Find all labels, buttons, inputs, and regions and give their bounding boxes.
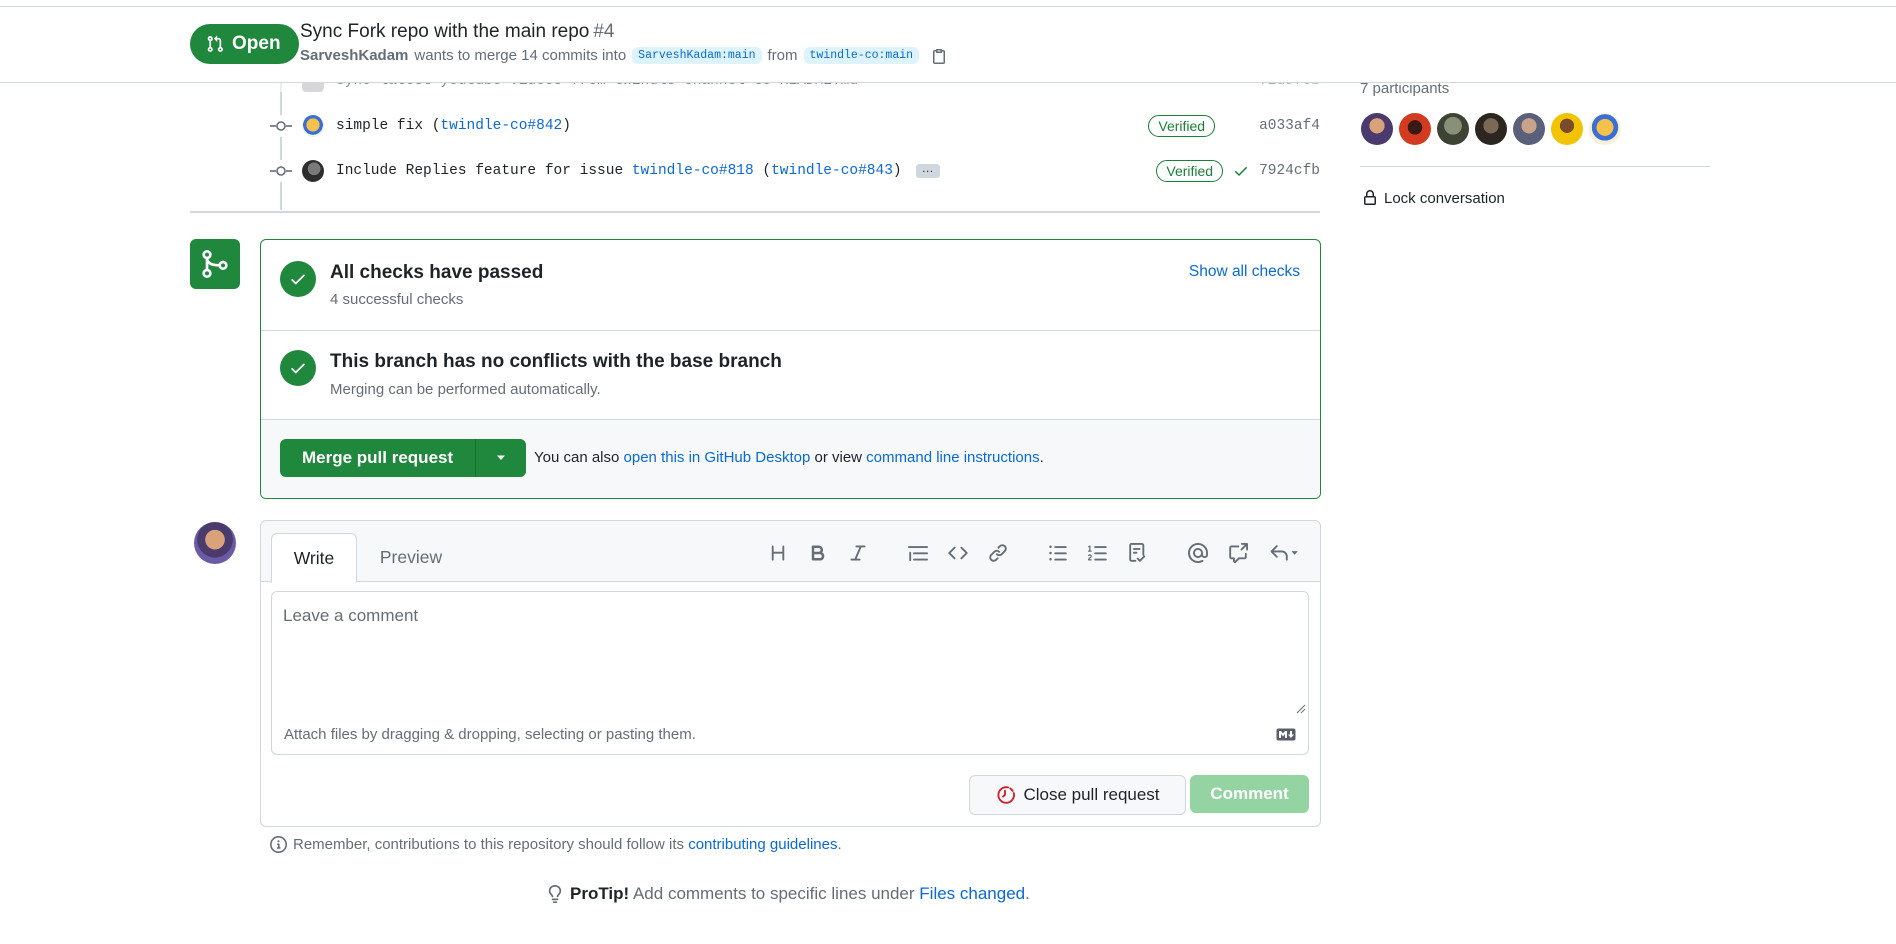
link-icon[interactable] bbox=[984, 539, 1012, 567]
editor-tab-bar: Write Preview bbox=[261, 521, 1320, 583]
timeline-line bbox=[280, 82, 282, 210]
pr-wants-text: wants to merge 14 commits into bbox=[414, 47, 627, 64]
verified-badge[interactable]: Verified bbox=[1148, 115, 1216, 137]
quote-icon[interactable] bbox=[904, 539, 932, 567]
comment-button[interactable]: Comment bbox=[1190, 775, 1309, 813]
commit-avatar[interactable] bbox=[302, 160, 324, 182]
participant-avatar[interactable] bbox=[1399, 113, 1431, 145]
tab-write[interactable]: Write bbox=[271, 533, 357, 583]
lock-icon bbox=[1364, 190, 1376, 205]
pr-title: Sync Fork repo with the main repo #4 bbox=[300, 21, 615, 43]
checks-subtitle: 4 successful checks bbox=[330, 291, 464, 308]
merge-pull-request-button[interactable]: Merge pull request bbox=[280, 439, 477, 477]
bold-icon[interactable] bbox=[804, 539, 832, 567]
pr-title-text: Sync Fork repo with the main repo bbox=[300, 21, 590, 42]
protip-label: ProTip! bbox=[570, 884, 630, 903]
git-merge-icon bbox=[190, 239, 240, 289]
tasklist-icon[interactable] bbox=[1124, 539, 1152, 567]
check-circle-icon bbox=[280, 350, 316, 386]
current-user-avatar[interactable] bbox=[194, 522, 236, 564]
commit-row: Include Replies feature for issue twindl… bbox=[270, 156, 1320, 186]
close-pull-request-button[interactable]: Close pull request bbox=[969, 775, 1186, 815]
commit-message[interactable]: Include Replies feature for issue twindl… bbox=[336, 163, 902, 179]
cross-reference-icon[interactable] bbox=[1224, 539, 1252, 567]
pr-state-label: Open bbox=[232, 33, 281, 54]
participant-avatar[interactable] bbox=[1551, 113, 1583, 145]
issue-link[interactable]: twindle-co#842 bbox=[440, 118, 562, 134]
pr-author-link[interactable]: SarveshKadam bbox=[300, 47, 408, 64]
contributing-notice: Remember, contributions to this reposito… bbox=[270, 836, 842, 853]
commit-sha[interactable]: 7924cfb bbox=[1259, 163, 1320, 179]
checks-title: All checks have passed bbox=[330, 262, 544, 283]
commit-row: simple fix (twindle-co#842) Verified a03… bbox=[270, 111, 1320, 141]
check-icon[interactable] bbox=[1233, 163, 1249, 179]
checks-section: All checks have passed 4 successful chec… bbox=[261, 240, 1320, 331]
info-icon bbox=[270, 836, 287, 853]
close-pull-request-label: Close pull request bbox=[1023, 785, 1160, 804]
mention-icon[interactable] bbox=[1184, 539, 1212, 567]
sticky-pr-header: Open Sync Fork repo with the main repo #4… bbox=[0, 7, 1896, 83]
conflicts-section: This branch has no conflicts with the ba… bbox=[261, 330, 1320, 420]
lock-conversation-label: Lock conversation bbox=[1384, 189, 1505, 207]
git-commit-icon bbox=[270, 160, 292, 182]
resize-handle-icon[interactable] bbox=[1296, 704, 1306, 714]
base-branch-label[interactable]: SarveshKadam:main bbox=[632, 47, 762, 64]
issue-link[interactable]: twindle-co#818 bbox=[632, 163, 754, 179]
pr-number: #4 bbox=[593, 21, 615, 42]
pr-from-text: from bbox=[767, 47, 798, 64]
contributing-guidelines-link[interactable]: contributing guidelines bbox=[688, 836, 837, 853]
comment-composer: Write Preview Leave a comment Attach fil… bbox=[260, 520, 1321, 827]
check-circle-icon bbox=[280, 261, 316, 297]
merge-alternatives-text: You can also open this in GitHub Desktop… bbox=[534, 449, 1044, 466]
attach-files-text: Attach files by dragging & dropping, sel… bbox=[284, 726, 696, 743]
git-commit-icon bbox=[270, 115, 292, 137]
participant-avatar[interactable] bbox=[1589, 113, 1621, 145]
code-icon[interactable] bbox=[944, 539, 972, 567]
git-pull-request-icon bbox=[207, 35, 223, 52]
commit-sha[interactable]: a033af4 bbox=[1259, 118, 1320, 134]
italic-icon[interactable] bbox=[844, 539, 872, 567]
head-branch-label[interactable]: twindle-co:main bbox=[803, 47, 920, 64]
issue-link[interactable]: twindle-co#843 bbox=[771, 163, 893, 179]
comment-textarea[interactable]: Leave a comment bbox=[271, 591, 1309, 717]
pr-subtitle: SarveshKadam wants to merge 14 commits i… bbox=[300, 47, 947, 64]
copy-clipboard-icon[interactable] bbox=[931, 48, 947, 64]
merge-button-group: Merge pull request bbox=[280, 439, 527, 477]
participant-avatar[interactable] bbox=[1361, 113, 1393, 145]
commit-avatar[interactable] bbox=[302, 115, 324, 137]
markdown-icon[interactable] bbox=[1276, 728, 1296, 741]
pr-state-badge: Open bbox=[190, 24, 299, 64]
saved-replies-icon[interactable] bbox=[1264, 539, 1304, 567]
unordered-list-icon[interactable] bbox=[1044, 539, 1072, 567]
timeline-separator bbox=[190, 211, 1320, 213]
github-desktop-link[interactable]: open this in GitHub Desktop bbox=[624, 449, 811, 466]
participant-avatar[interactable] bbox=[1475, 113, 1507, 145]
light-bulb-icon bbox=[548, 885, 562, 903]
heading-icon[interactable] bbox=[764, 539, 792, 567]
merge-action-section: Merge pull request You can also open thi… bbox=[261, 420, 1320, 498]
lock-conversation-button[interactable]: Lock conversation bbox=[1362, 189, 1505, 207]
show-all-checks-link[interactable]: Show all checks bbox=[1189, 263, 1300, 281]
protip: ProTip! Add comments to specific lines u… bbox=[546, 884, 1030, 904]
verified-badge[interactable]: Verified bbox=[1156, 160, 1224, 182]
conflicts-subtitle: Merging can be performed automatically. bbox=[330, 381, 601, 398]
participant-avatar[interactable] bbox=[1437, 113, 1469, 145]
tab-preview[interactable]: Preview bbox=[371, 533, 451, 581]
ordered-list-icon[interactable] bbox=[1084, 539, 1112, 567]
issue-closed-icon bbox=[997, 786, 1016, 804]
commit-message[interactable]: simple fix (twindle-co#842) bbox=[336, 118, 571, 134]
attach-files-bar[interactable]: Attach files by dragging & dropping, sel… bbox=[271, 716, 1309, 755]
merge-options-button[interactable] bbox=[476, 439, 526, 477]
participant-avatar[interactable] bbox=[1513, 113, 1545, 145]
sidebar-divider bbox=[1360, 166, 1710, 167]
conflicts-title: This branch has no conflicts with the ba… bbox=[330, 351, 782, 372]
merge-box: All checks have passed 4 successful chec… bbox=[260, 239, 1321, 499]
triangle-down-icon bbox=[497, 455, 506, 460]
expand-commit-button[interactable]: … bbox=[915, 162, 940, 178]
command-line-instructions-link[interactable]: command line instructions bbox=[866, 449, 1039, 466]
comment-placeholder: Leave a comment bbox=[283, 606, 419, 625]
files-changed-link[interactable]: Files changed bbox=[919, 884, 1025, 903]
